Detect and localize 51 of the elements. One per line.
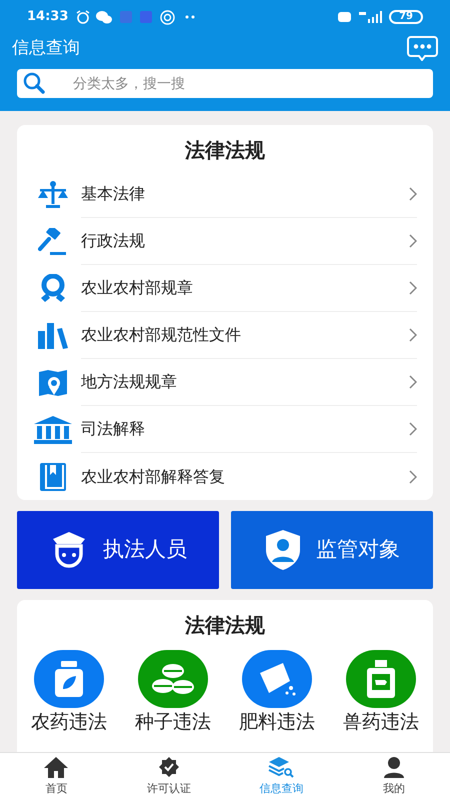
category-icon xyxy=(37,180,69,208)
category-icon xyxy=(37,322,69,348)
badge-check-icon xyxy=(158,756,180,778)
category-icon xyxy=(38,228,68,256)
violation-category-item[interactable]: 肥料违法 xyxy=(225,650,329,734)
page-title: 信息查询 xyxy=(12,36,80,60)
chevron-right-icon xyxy=(409,234,417,248)
law-category-item[interactable]: 农业农村部规章 xyxy=(17,265,433,312)
status-time: 14:33 xyxy=(27,8,68,26)
alarm-icon xyxy=(76,10,90,24)
law-category-item[interactable]: 基本法律 xyxy=(17,171,433,218)
law-category-item[interactable]: 农业农村部规范性文件 xyxy=(17,312,433,359)
violation-category-item[interactable]: 农药违法 xyxy=(17,650,121,734)
law-category-item[interactable]: 农业农村部解释答复 xyxy=(17,453,433,500)
home-icon xyxy=(43,756,70,778)
nav-tab[interactable]: 首页 xyxy=(0,753,112,800)
category-icon xyxy=(33,416,73,444)
message-icon[interactable] xyxy=(407,36,438,61)
section-title: 法律法规 xyxy=(185,137,265,164)
banner-button[interactable]: 监管对象 xyxy=(231,511,433,589)
nav-tab[interactable]: 许可认证 xyxy=(112,753,225,800)
more-icon xyxy=(185,15,196,19)
violation-category-item[interactable]: 兽药违法 xyxy=(329,650,433,734)
law-category-item[interactable]: 地方法规规章 xyxy=(17,359,433,406)
app-icon xyxy=(140,11,152,23)
chevron-right-icon xyxy=(409,375,417,389)
chat-icon xyxy=(96,10,112,24)
law-category-item[interactable]: 行政法规 xyxy=(17,218,433,265)
chevron-right-icon xyxy=(409,470,417,484)
layers-search-icon xyxy=(268,756,294,778)
nav-tab[interactable]: 我的 xyxy=(338,753,450,800)
section-title: 法律法规 xyxy=(185,612,265,639)
banner-button[interactable]: 执法人员 xyxy=(17,511,219,589)
shield-person-icon xyxy=(264,529,302,571)
broadcast-icon xyxy=(160,10,176,24)
hd-icon xyxy=(338,12,352,22)
signal-icon xyxy=(359,11,384,23)
person-icon xyxy=(382,756,405,778)
nav-tab[interactable]: 信息查询 xyxy=(225,753,338,800)
app-icon xyxy=(120,11,132,23)
search-icon xyxy=(23,72,45,94)
search-field[interactable]: 分类太多，搜一搜 xyxy=(17,69,433,98)
chevron-right-icon xyxy=(409,281,417,295)
chevron-right-icon xyxy=(409,187,417,201)
chevron-right-icon xyxy=(409,422,417,436)
chevron-right-icon xyxy=(409,328,417,342)
category-icon xyxy=(38,368,68,396)
battery-level: 79 xyxy=(389,10,423,24)
category-icon xyxy=(39,462,67,492)
law-category-item[interactable]: 司法解释 xyxy=(17,406,433,453)
violation-category-item[interactable]: 种子违法 xyxy=(121,650,225,734)
